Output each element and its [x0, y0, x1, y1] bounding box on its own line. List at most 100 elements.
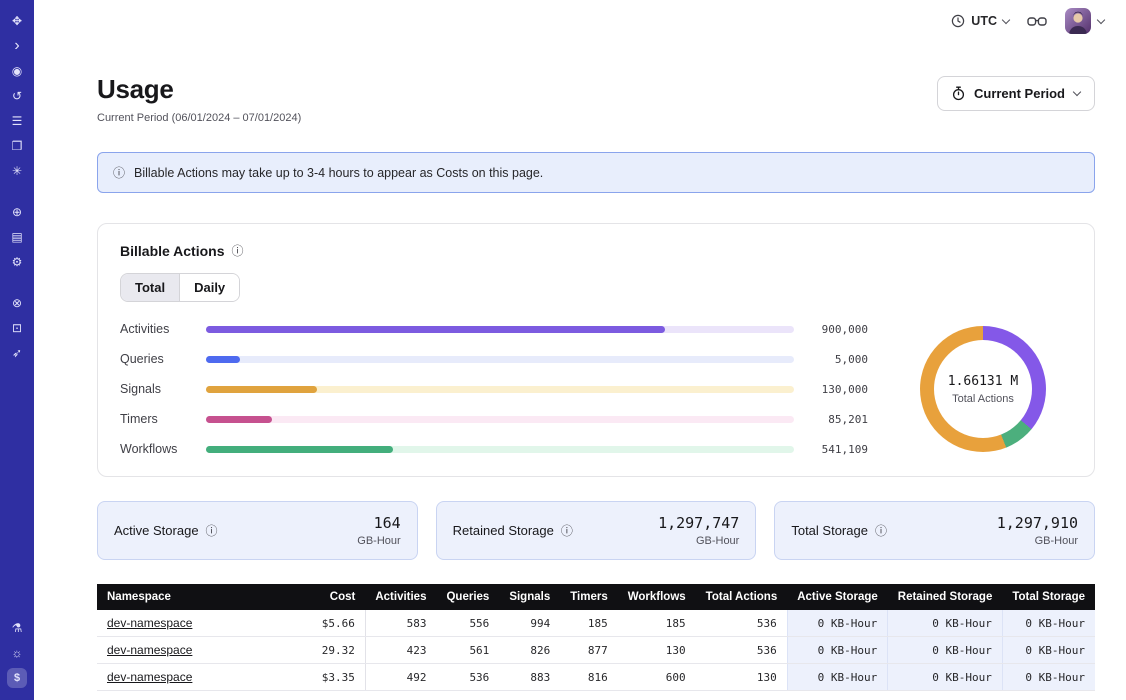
topbar: UTC	[34, 0, 1126, 42]
column-header-workflows: Workflows	[618, 584, 696, 610]
bar-track	[206, 386, 794, 393]
labs-icon[interactable]: ⚗	[0, 615, 34, 640]
bar-row: Queries 5,000	[120, 352, 868, 366]
tab-daily[interactable]: Daily	[180, 274, 239, 301]
bar-fill	[206, 326, 665, 333]
billable-bar-chart: Activities 900,000 Queries 5,000	[120, 322, 868, 456]
table-cell: 130	[696, 664, 788, 691]
collapse-sidebar-icon[interactable]: ›	[0, 33, 34, 58]
stat-label: Active Storage	[114, 523, 199, 538]
bar-track	[206, 446, 794, 453]
settings-icon[interactable]: ⚙	[0, 249, 34, 274]
user-menu[interactable]	[1065, 8, 1104, 34]
stopwatch-icon	[952, 86, 965, 101]
timezone-selector[interactable]: UTC	[951, 14, 1009, 28]
storage-stat-card: Total Storage ⓘ 1,297,910 GB-Hour	[774, 501, 1095, 560]
stat-label: Total Storage	[791, 523, 868, 538]
page-subtitle: Current Period (06/01/2024 – 07/01/2024)	[97, 112, 301, 124]
bar-row: Workflows 541,109	[120, 442, 868, 456]
billable-chart-area: Activities 900,000 Queries 5,000	[120, 322, 1072, 456]
table-row: dev-namespace$3.354925368838166001300 KB…	[97, 664, 1095, 691]
schedules-icon[interactable]: ↺	[0, 83, 34, 108]
docs-icon[interactable]: ⊡	[0, 315, 34, 340]
theme-icon[interactable]: ☼	[0, 640, 34, 665]
column-header-timers: Timers	[560, 584, 618, 610]
bar-value: 5,000	[806, 353, 868, 366]
table-cell: 423	[365, 637, 436, 664]
bar-fill	[206, 356, 240, 363]
table-cell: 0 KB-Hour	[888, 637, 1003, 664]
bar-value: 541,109	[806, 443, 868, 456]
stat-value: 164	[357, 514, 400, 532]
table-cell: 877	[560, 637, 618, 664]
total-actions-donut: 1.66131 M Total Actions	[920, 326, 1046, 452]
deployments-icon[interactable]: ❒	[0, 133, 34, 158]
getting-started-icon[interactable]: ➶	[0, 340, 34, 365]
table-cell: 0 KB-Hour	[888, 664, 1003, 691]
table-cell: 185	[618, 610, 696, 637]
table-cell: 583	[365, 610, 436, 637]
bar-fill	[206, 416, 272, 423]
info-banner-text: Billable Actions may take up to 3-4 hour…	[134, 166, 543, 180]
period-selector-button[interactable]: Current Period	[937, 76, 1095, 111]
table-cell: 816	[560, 664, 618, 691]
usage-icon-glyph: $	[7, 668, 27, 688]
avatar-person-icon	[1065, 8, 1091, 34]
chevron-down-icon	[1097, 15, 1105, 23]
billable-view-tabs: Total Daily	[120, 273, 240, 302]
tab-total[interactable]: Total	[121, 274, 180, 301]
column-header-namespace: Namespace	[97, 584, 302, 610]
nexus-icon[interactable]: ✳	[0, 158, 34, 183]
usage-icon[interactable]: $	[0, 665, 34, 690]
nav-menu-icon[interactable]: ✥	[0, 8, 34, 33]
billing-icon[interactable]: ▤	[0, 224, 34, 249]
bar-label: Workflows	[120, 442, 194, 456]
column-header-total-actions: Total Actions	[696, 584, 788, 610]
cloud-icon[interactable]: ⊕	[0, 199, 34, 224]
bar-label: Signals	[120, 382, 194, 396]
billable-actions-title: Billable Actions	[120, 243, 225, 259]
bar-track	[206, 326, 794, 333]
info-icon[interactable]: ⓘ	[561, 522, 573, 539]
bar-track	[206, 356, 794, 363]
namespace-link[interactable]: dev-namespace	[107, 643, 192, 657]
clock-icon	[951, 14, 965, 28]
table-cell: 536	[696, 610, 788, 637]
table-cell: $3.35	[302, 664, 366, 691]
table-cell: $5.66	[302, 610, 366, 637]
column-header-cost: Cost	[302, 584, 366, 610]
namespace-link[interactable]: dev-namespace	[107, 616, 192, 630]
table-cell: 561	[436, 637, 499, 664]
bar-label: Timers	[120, 412, 194, 426]
column-header-retained-storage: Retained Storage	[888, 584, 1003, 610]
storage-stats-row: Active Storage ⓘ 164 GB-Hour Retained St…	[97, 501, 1095, 560]
info-icon[interactable]: ⓘ	[875, 522, 887, 539]
avatar[interactable]	[1065, 8, 1091, 34]
table-cell: 883	[499, 664, 560, 691]
donut-total-label: Total Actions	[952, 393, 1014, 405]
table-cell: 994	[499, 610, 560, 637]
info-icon[interactable]: ⓘ	[232, 242, 244, 259]
bar-row: Activities 900,000	[120, 322, 868, 336]
column-header-total-storage: Total Storage	[1002, 584, 1095, 610]
namespace-link[interactable]: dev-namespace	[107, 670, 192, 684]
table-cell: 0 KB-Hour	[1002, 637, 1095, 664]
bar-fill	[206, 386, 317, 393]
support-icon[interactable]: ⊗	[0, 290, 34, 315]
bar-label: Activities	[120, 322, 194, 336]
usage-table: NamespaceCostActivitiesQueriesSignalsTim…	[97, 584, 1095, 691]
stat-unit: GB-Hour	[997, 535, 1078, 547]
page-header: Usage Current Period (06/01/2024 – 07/01…	[97, 74, 1095, 124]
feedback-goggles-icon[interactable]	[1027, 15, 1047, 28]
workflows-icon[interactable]: ◉	[0, 58, 34, 83]
timezone-label: UTC	[971, 14, 997, 28]
table-header-row: NamespaceCostActivitiesQueriesSignalsTim…	[97, 584, 1095, 610]
table-cell: 0 KB-Hour	[787, 610, 888, 637]
table-cell: 826	[499, 637, 560, 664]
bar-row: Signals 130,000	[120, 382, 868, 396]
namespace-cell: dev-namespace	[97, 664, 302, 691]
batch-operations-icon[interactable]: ☰	[0, 108, 34, 133]
table-row: dev-namespace$5.665835569941851855360 KB…	[97, 610, 1095, 637]
table-cell: 536	[696, 637, 788, 664]
info-icon[interactable]: ⓘ	[206, 522, 218, 539]
